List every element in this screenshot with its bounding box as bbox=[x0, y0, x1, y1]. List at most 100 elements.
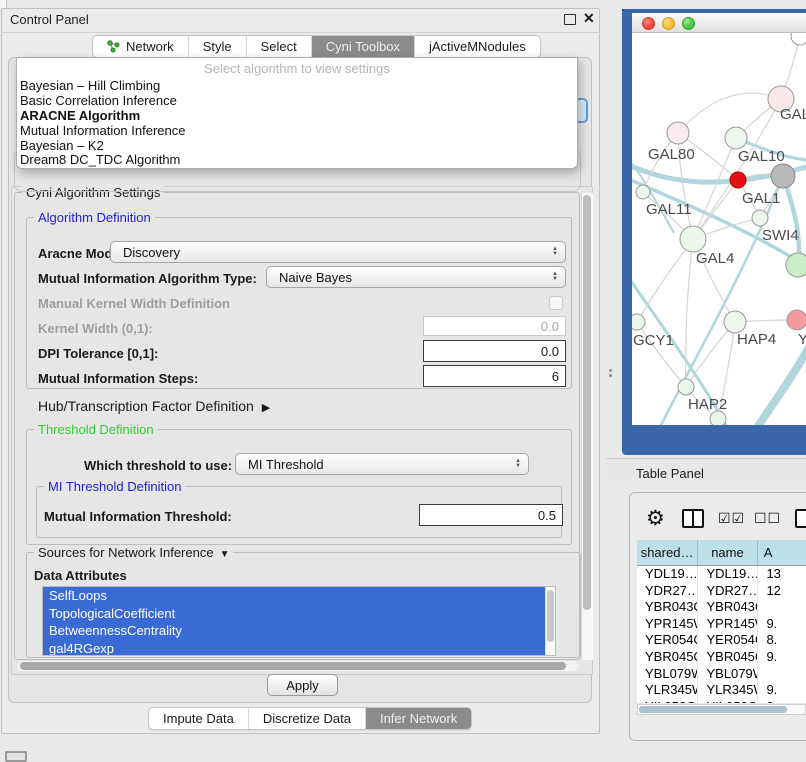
screen: Control Panel ✕ NetworkStyle Select Cyni T… bbox=[0, 0, 806, 762]
node-gal10[interactable] bbox=[725, 127, 747, 149]
table-cell: YDR27… bbox=[698, 583, 758, 600]
tab-jactivemnodules[interactable]: jActiveMNodules bbox=[415, 36, 540, 57]
node-hap4[interactable] bbox=[724, 311, 746, 333]
close-icon[interactable]: ✕ bbox=[583, 10, 595, 27]
which-threshold-select[interactable]: MI Threshold ▲▼ bbox=[235, 453, 529, 475]
dropdown-option-dream8-dc-tdc-algorithm[interactable]: Dream8 DC_TDC Algorithm bbox=[20, 153, 574, 168]
attr-item-selfloops[interactable]: SelfLoops bbox=[43, 587, 555, 605]
table-cell: YER054C bbox=[698, 632, 758, 649]
control-panel-title: Control Panel bbox=[10, 12, 89, 27]
table-row[interactable]: YBR043CYBR043C bbox=[637, 599, 806, 616]
node-bottom-green[interactable] bbox=[710, 411, 726, 425]
table-cell: YDL19… bbox=[698, 566, 758, 583]
node-partial-top[interactable] bbox=[791, 33, 806, 45]
network-window-titlebar[interactable] bbox=[632, 13, 806, 33]
node-gal11[interactable] bbox=[636, 185, 650, 199]
table-cell: 12 bbox=[758, 583, 806, 600]
node-gray[interactable] bbox=[771, 164, 795, 188]
mi-type-select[interactable]: Naive Bayes ▲▼ bbox=[266, 266, 566, 288]
node-gal4[interactable] bbox=[680, 226, 706, 252]
gear-icon[interactable]: ⚙ bbox=[646, 506, 665, 531]
attr-list-scrollbar[interactable] bbox=[545, 587, 555, 655]
data-attributes-label: Data Attributes bbox=[34, 568, 127, 583]
mi-type-value: Naive Bayes bbox=[279, 270, 352, 285]
zoom-traffic-light-icon[interactable] bbox=[682, 17, 695, 30]
tab-select[interactable]: Select bbox=[247, 36, 312, 57]
network-view-window[interactable]: GALGAL80GAL10GAL1GAL11SWI4GAL4GCY1HAP4YH… bbox=[632, 13, 806, 425]
columns-icon[interactable] bbox=[682, 509, 704, 528]
table-row[interactable]: YBR045CYBR045C9. bbox=[637, 649, 806, 666]
tab-impute-data-label: Impute Data bbox=[163, 711, 234, 726]
sources-group-title[interactable]: Sources for Network Inference▼ bbox=[34, 545, 233, 560]
manual-kernel-checkbox[interactable] bbox=[549, 296, 563, 310]
table-row[interactable]: YDR27…YDR27…12 bbox=[637, 583, 806, 600]
data-attributes-list[interactable]: SelfLoopsTopologicalCoefficientBetweenne… bbox=[42, 586, 556, 656]
column-header-shared-[interactable]: shared… bbox=[637, 540, 698, 565]
minimize-traffic-light-icon[interactable] bbox=[662, 17, 675, 30]
select-all-checks-icon[interactable]: ☑☑ bbox=[718, 510, 745, 527]
bottom-left-clipped-icon[interactable] bbox=[5, 751, 27, 762]
attr-item-topologicalcoefficient[interactable]: TopologicalCoefficient bbox=[43, 605, 555, 623]
tab-network[interactable]: Network bbox=[93, 36, 189, 57]
node-salmon[interactable] bbox=[787, 310, 806, 330]
mi-steps-field[interactable]: 6 bbox=[423, 365, 566, 387]
clipped-toolbar-icon[interactable] bbox=[795, 509, 806, 528]
node-label-gal: GAL bbox=[780, 106, 806, 123]
node-right-green[interactable] bbox=[786, 253, 806, 277]
apply-button[interactable]: Apply bbox=[267, 674, 338, 696]
collapsed-arrow-icon: ▶ bbox=[262, 402, 270, 414]
node-gcy1[interactable] bbox=[632, 314, 645, 330]
kernel-width-field[interactable]: 0.0 bbox=[423, 316, 566, 336]
spinner-arrows-icon: ▲▼ bbox=[515, 459, 528, 469]
control-panel-tabs: NetworkStyle Select Cyni ToolboxjActiveMNo… bbox=[92, 35, 541, 58]
dpi-tolerance-field[interactable]: 0.0 bbox=[423, 340, 566, 362]
float-window-icon[interactable] bbox=[564, 14, 576, 25]
hub-section-toggle[interactable]: Hub/Transcription Factor Definition▶ bbox=[38, 398, 270, 414]
attr-item-betweennesscentrality[interactable]: BetweennessCentrality bbox=[43, 622, 555, 640]
mi-threshold-field[interactable]: 0.5 bbox=[419, 504, 563, 526]
table-panel-title: Table Panel bbox=[636, 466, 704, 481]
close-traffic-light-icon[interactable] bbox=[642, 17, 655, 30]
dropdown-placeholder: Select algorithm to view settings bbox=[17, 61, 577, 76]
tab-discretize-data[interactable]: Discretize Data bbox=[249, 708, 366, 729]
dropdown-option-bayesian-k2[interactable]: Bayesian – K2 bbox=[20, 139, 574, 154]
mi-threshold-label: Mutual Information Threshold: bbox=[44, 509, 232, 524]
table-cell: 0. bbox=[758, 699, 806, 703]
settings-horizontal-scrollbar-thumb[interactable] bbox=[20, 662, 566, 670]
column-header-name[interactable]: name bbox=[698, 540, 758, 565]
tab-cyni-toolbox[interactable]: Cyni Toolbox bbox=[312, 36, 415, 57]
tab-style[interactable]: Style bbox=[189, 36, 247, 57]
dropdown-option-basic-correlation-inference[interactable]: Basic Correlation Inference bbox=[20, 94, 574, 109]
table-row[interactable]: YER054CYER054C8. bbox=[637, 632, 806, 649]
tab-select-label: Select bbox=[261, 39, 297, 54]
control-panel-titlebar bbox=[1, 8, 600, 33]
dropdown-option-bayesian-hill-climbing[interactable]: Bayesian – Hill Climbing bbox=[20, 79, 574, 94]
column-header-a[interactable]: A bbox=[758, 540, 806, 565]
panel-divider-handle[interactable] bbox=[609, 369, 614, 378]
settings-vertical-scrollbar-thumb[interactable] bbox=[583, 195, 591, 610]
attr-item-gal4rgexp[interactable]: gal4RGexp bbox=[43, 640, 555, 657]
table-cell: YIL052C bbox=[698, 699, 758, 703]
tab-impute-data[interactable]: Impute Data bbox=[149, 708, 249, 729]
node-label-hap4: HAP4 bbox=[737, 331, 776, 348]
table-row[interactable]: YIL052CYIL052C0. bbox=[637, 699, 806, 703]
node-label-gal80: GAL80 bbox=[648, 146, 695, 163]
table-cell: 13 bbox=[758, 566, 806, 583]
node-red-selected[interactable] bbox=[730, 172, 746, 188]
dropdown-option-aracne-algorithm[interactable]: ARACNE Algorithm bbox=[20, 109, 574, 124]
node-hap2[interactable] bbox=[678, 379, 694, 395]
network-canvas[interactable]: GALGAL80GAL10GAL1GAL11SWI4GAL4GCY1HAP4YH… bbox=[632, 33, 806, 425]
table-row[interactable]: YPR145WYPR145W9. bbox=[637, 616, 806, 633]
table-row[interactable]: YDL19…YDL19…13 bbox=[637, 566, 806, 583]
node-label-gal11: GAL11 bbox=[646, 201, 692, 218]
aracne-mode-select[interactable]: Discovery ▲▼ bbox=[110, 241, 566, 263]
clear-checks-icon[interactable]: ☐☐ bbox=[754, 510, 781, 527]
dropdown-option-mutual-information-inference[interactable]: Mutual Information Inference bbox=[20, 124, 574, 139]
node-gal1[interactable] bbox=[752, 210, 768, 226]
table-row[interactable]: YBL079WYBL079W bbox=[637, 666, 806, 683]
table-horizontal-scrollbar-thumb[interactable] bbox=[639, 706, 787, 713]
tab-infer-network[interactable]: Infer Network bbox=[366, 708, 471, 729]
table-body: YDL19…YDL19…13YDR27…YDR27…12YBR043CYBR04… bbox=[637, 566, 806, 703]
node-gal80[interactable] bbox=[667, 122, 689, 144]
table-row[interactable]: YLR345WYLR345W9. bbox=[637, 682, 806, 699]
